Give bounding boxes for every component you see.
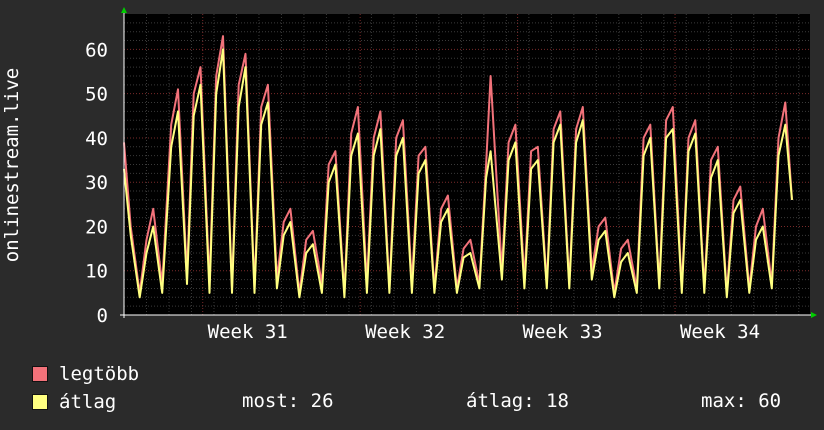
x-tick-label: Week 32: [365, 321, 445, 343]
y-tick-label: 10: [85, 261, 108, 283]
legend-swatch-max: [32, 366, 48, 382]
y-axis-arrow: [121, 7, 127, 13]
y-axis-label: onlinestream.live: [1, 68, 23, 262]
legend-label-max: legtöbb: [59, 363, 140, 385]
y-tick-label: 20: [85, 216, 108, 238]
y-tick-labels: 0 10 20 30 40 50 60: [85, 39, 108, 327]
y-tick-label: 60: [85, 39, 108, 61]
legend-item-max: legtöbb: [32, 363, 139, 385]
x-tick-label: Week 31: [208, 321, 288, 343]
stat-average: átlag: 18: [466, 390, 569, 412]
y-tick-label: 0: [97, 305, 108, 327]
x-axis-arrow: [811, 312, 817, 318]
legend-label-avg: átlag: [59, 391, 117, 413]
legend-item-avg: átlag: [32, 391, 116, 413]
stat-current: most: 26: [242, 390, 334, 412]
y-tick-label: 40: [85, 128, 108, 150]
y-tick-label: 50: [85, 84, 108, 106]
y-tick-label: 30: [85, 172, 108, 194]
x-tick-labels: Week 31 Week 32 Week 33 Week 34: [208, 321, 760, 343]
x-tick-label: Week 33: [523, 321, 603, 343]
x-tick-label: Week 34: [680, 321, 760, 343]
legend-swatch-avg: [32, 394, 48, 410]
stat-max: max: 60: [701, 390, 782, 412]
